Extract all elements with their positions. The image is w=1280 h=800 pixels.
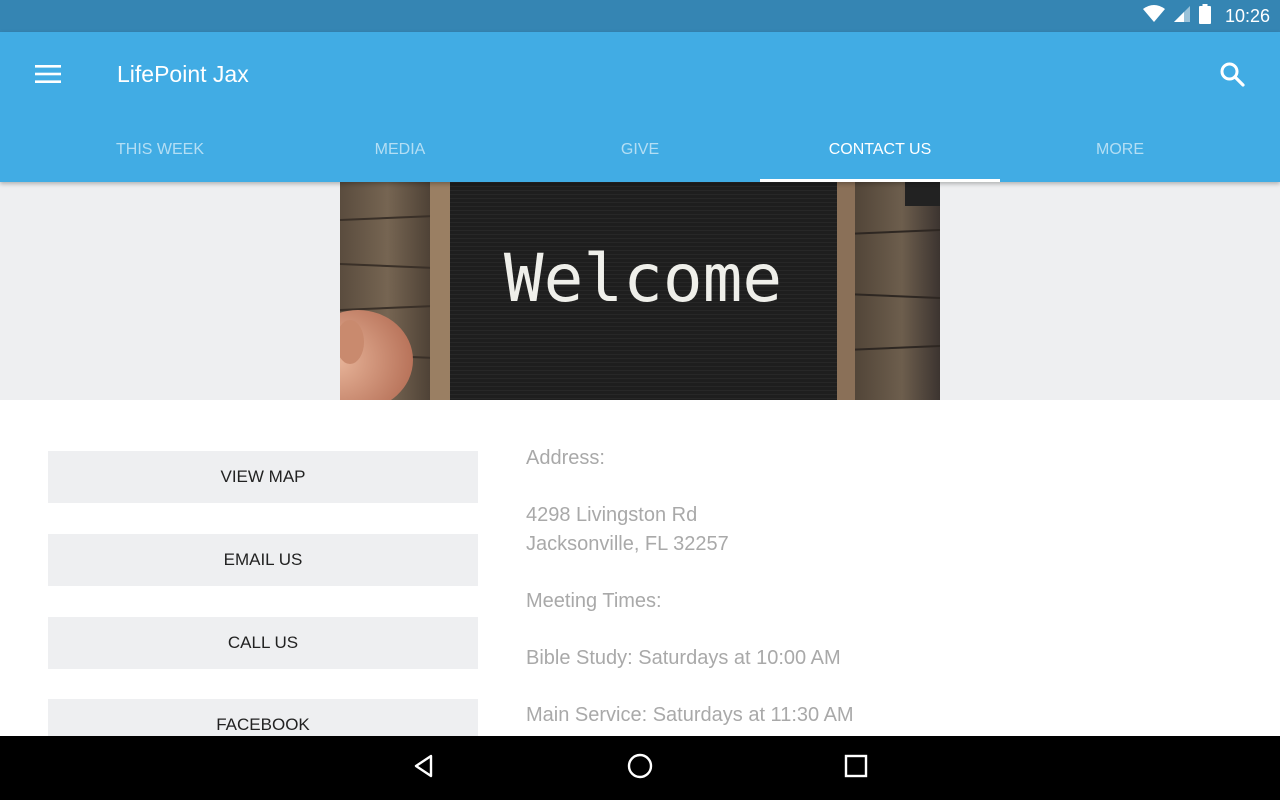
back-icon <box>411 753 437 784</box>
banner-welcome-text: Welcome <box>504 240 782 317</box>
search-button[interactable] <box>1210 54 1254 98</box>
tab-give[interactable]: GIVE <box>520 118 760 182</box>
contact-content: VIEW MAP EMAIL US CALL US FACEBOOK Addre… <box>0 400 1280 736</box>
address-heading: Address: <box>526 447 605 469</box>
meeting-times-heading: Meeting Times: <box>526 590 662 612</box>
home-icon <box>626 752 654 785</box>
status-icons: 10:26 <box>1142 0 1270 32</box>
welcome-banner-image: Welcome <box>340 182 940 400</box>
banner: Welcome <box>0 182 1280 400</box>
address-line-2: Jacksonville, FL 32257 <box>526 533 729 555</box>
back-button[interactable] <box>400 744 448 792</box>
status-bar: 10:26 <box>0 0 1280 32</box>
hamburger-menu-icon <box>35 64 61 88</box>
app-title: LifePoint Jax <box>117 61 249 87</box>
wifi-icon <box>1142 4 1165 28</box>
contact-info: Address: 4298 Livingston Rd Jacksonville… <box>526 444 1226 730</box>
tab-contact-us[interactable]: CONTACT US <box>760 118 1000 182</box>
tab-this-week[interactable]: THIS WEEK <box>40 118 280 182</box>
app-bar: LifePoint Jax THIS WEEK MEDIA GIVE CONTA… <box>0 32 1280 182</box>
facebook-button[interactable]: FACEBOOK <box>48 699 478 736</box>
address-line-1: 4298 Livingston Rd <box>526 504 698 526</box>
tab-more[interactable]: MORE <box>1000 118 1240 182</box>
search-icon <box>1219 61 1245 92</box>
recents-icon <box>844 754 868 783</box>
recents-button[interactable] <box>832 744 880 792</box>
menu-button[interactable] <box>26 54 70 98</box>
view-map-button[interactable]: VIEW MAP <box>48 451 478 503</box>
tab-bar: THIS WEEK MEDIA GIVE CONTACT US MORE <box>40 118 1240 182</box>
battery-icon <box>1198 3 1211 29</box>
home-button[interactable] <box>616 744 664 792</box>
status-time: 10:26 <box>1224 5 1270 26</box>
tab-media[interactable]: MEDIA <box>280 118 520 182</box>
screen: 10:26 LifePoint Jax THIS WEEK MEDIA GIVE… <box>0 0 1280 800</box>
call-us-button[interactable]: CALL US <box>48 617 478 669</box>
main-service-time: Main Service: Saturdays at 11:30 AM <box>526 704 854 726</box>
system-nav-bar <box>0 736 1280 800</box>
bible-study-time: Bible Study: Saturdays at 10:00 AM <box>526 647 841 669</box>
signal-icon <box>1173 5 1191 28</box>
email-us-button[interactable]: EMAIL US <box>48 534 478 586</box>
